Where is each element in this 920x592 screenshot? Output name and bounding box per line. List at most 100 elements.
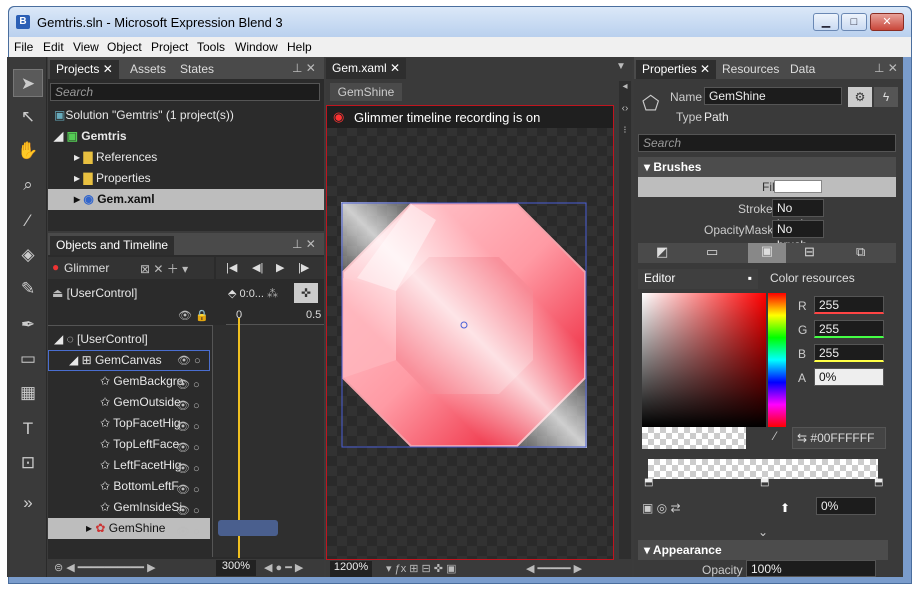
text-tool-icon[interactable]: T xyxy=(13,415,43,443)
child-node[interactable]: ✩ GemOutside xyxy=(100,392,181,413)
a-field[interactable]: 0% xyxy=(814,368,884,386)
menu-help[interactable]: Help xyxy=(287,40,312,54)
fill-row[interactable]: Fill xyxy=(638,177,896,197)
child-node[interactable]: ✩ BottomLeftF xyxy=(100,476,179,497)
storyboard-buttons[interactable]: ⊠ ✕ ＋ ▾ xyxy=(140,260,188,277)
hue-slider[interactable] xyxy=(768,293,786,427)
brushes-header[interactable]: ▾ Brushes xyxy=(638,157,896,177)
child-node[interactable]: ✩ GemInsideSi xyxy=(100,497,182,518)
pin-icon[interactable]: ⊥ ✕ xyxy=(874,61,898,75)
usercontrol-node[interactable]: ◢ ◌ [UserControl] xyxy=(54,329,148,350)
project-node[interactable]: ◢ ▣ Gemtris xyxy=(54,126,127,147)
next-frame-icon[interactable]: |▶ xyxy=(298,261,309,274)
tab-data[interactable]: Data xyxy=(784,60,821,79)
no-brush-icon[interactable]: ◩ xyxy=(656,244,668,260)
gradient-stop-mid[interactable]: ⬒ xyxy=(760,477,769,488)
storyboard-name[interactable]: Glimmer xyxy=(64,261,109,275)
eye-lock-header-icon[interactable]: 👁 🔒 xyxy=(178,309,209,322)
artboard-zoom[interactable]: 1200% xyxy=(330,561,372,577)
tab-resources[interactable]: Resources xyxy=(716,60,785,79)
child-node[interactable]: ✩ TopFacetHig xyxy=(100,413,181,434)
tab-color-resources[interactable]: Color resources xyxy=(764,269,861,288)
pan-tool-icon[interactable]: ✋ xyxy=(13,137,43,165)
solid-brush-icon[interactable]: ▭ xyxy=(706,244,718,260)
references-node[interactable]: ▸ ▇ References xyxy=(74,147,157,168)
r-field[interactable]: 255 xyxy=(814,296,884,314)
keyframe-track[interactable] xyxy=(218,520,278,536)
menu-view[interactable]: View xyxy=(73,40,99,54)
prev-frame-icon[interactable]: ◀| xyxy=(252,261,263,274)
tab-projects[interactable]: Projects ✕ xyxy=(50,60,119,79)
tab-gem-xaml[interactable]: Gem.xaml ✕ xyxy=(326,58,407,79)
menu-object[interactable]: Object xyxy=(107,40,142,54)
fill-swatch[interactable] xyxy=(774,180,822,193)
layer-icon[interactable]: ⊜ ◀ ━━━━━━━━━━ ▶ xyxy=(54,561,156,574)
asset-library-icon[interactable]: » xyxy=(13,489,43,517)
timeline-zoom[interactable]: 300% xyxy=(216,560,256,576)
minimize-button[interactable]: ▁ xyxy=(813,13,839,31)
horizontal-scrollbar[interactable]: ◀ ━━━━━ ▶ xyxy=(526,562,582,575)
direct-select-tool-icon[interactable]: ↖ xyxy=(13,103,43,131)
menu-edit[interactable]: Edit xyxy=(43,40,64,54)
brush-transform-tool-icon[interactable]: ✎ xyxy=(13,275,43,303)
gradient-bar[interactable] xyxy=(648,459,878,479)
gradient-stop-right[interactable]: ⬒ xyxy=(874,477,883,488)
menu-project[interactable]: Project xyxy=(151,40,188,54)
timeline-scroll[interactable]: ◀ ● ━ ▶ xyxy=(264,561,303,574)
menu-tools[interactable]: Tools xyxy=(197,40,225,54)
gradient-brush-icon[interactable]: ▣ xyxy=(748,243,786,263)
time-display[interactable]: ⬘ 0:0... ⁂ xyxy=(228,287,278,300)
control-tool-icon[interactable]: ⊡ xyxy=(13,449,43,477)
eyedropper-icon[interactable]: ⁄ xyxy=(774,429,776,443)
tab-objects-timeline[interactable]: Objects and Timeline xyxy=(50,236,175,255)
g-field[interactable]: 255 xyxy=(814,320,884,338)
menu-window[interactable]: Window xyxy=(235,40,278,54)
gem-xaml-node[interactable]: ▸ ◉ Gem.xaml xyxy=(48,189,324,210)
gradient-stop-left[interactable]: ⬒ xyxy=(644,477,653,488)
opacity-field[interactable]: 100% xyxy=(746,560,876,577)
solution-node[interactable]: ▣ Solution "Gemtris" (1 project(s)) xyxy=(54,105,234,126)
tile-brush-icon[interactable]: ⊟ xyxy=(804,244,815,260)
resource-brush-icon[interactable]: ⧉ xyxy=(856,244,865,260)
breadcrumb[interactable]: GemShine xyxy=(330,83,402,101)
first-frame-icon[interactable]: |◀ xyxy=(226,261,237,274)
properties-node[interactable]: ▸ ▇ Properties xyxy=(74,168,151,189)
pen-tool-icon[interactable]: ✒ xyxy=(13,311,43,339)
opacitymask-value[interactable]: No brush xyxy=(772,220,824,252)
projects-search-input[interactable]: Search xyxy=(50,83,320,101)
child-node[interactable]: ✩ GemBackgro xyxy=(100,371,183,392)
rectangle-tool-icon[interactable]: ▭ xyxy=(13,345,43,373)
menu-file[interactable]: File xyxy=(14,40,33,54)
view-option-icons[interactable]: ▾ ƒx ⊞ ⊟ ✜ ▣ xyxy=(386,562,456,575)
child-node[interactable]: ✩ LeftFacetHig xyxy=(100,455,181,476)
pin-icon[interactable]: ⊥ ✕ xyxy=(292,237,316,251)
scope-row[interactable]: ⏏ [UserControl] xyxy=(52,283,137,304)
expand-more-icon[interactable]: ⌄ xyxy=(758,525,768,539)
child-node[interactable]: ✩ TopLeftFace xyxy=(100,434,179,455)
tab-properties[interactable]: Properties ✕ xyxy=(636,60,717,79)
b-field[interactable]: 255 xyxy=(814,344,884,362)
color-field[interactable] xyxy=(642,293,766,427)
paint-bucket-tool-icon[interactable]: ◈ xyxy=(13,241,43,269)
hex-field[interactable]: ⇆ #00FFFFFF xyxy=(792,427,886,449)
lightning-icon[interactable]: ϟ xyxy=(874,87,898,107)
tab-states[interactable]: States xyxy=(174,60,220,79)
gradient-type-icons[interactable]: ▣ ◎ ⇄ xyxy=(642,501,681,515)
stop-opacity-field[interactable]: 0% xyxy=(816,497,876,515)
close-button[interactable]: ✕ xyxy=(870,13,904,31)
events-toggle-icon[interactable]: ⚙ xyxy=(848,87,872,107)
gemcanvas-node[interactable]: ◢ ⊞ GemCanvas 👁 ○ xyxy=(48,350,210,371)
stroke-value[interactable]: No brush xyxy=(772,199,824,231)
grid-tool-icon[interactable]: ▦ xyxy=(13,379,43,407)
pin-icon[interactable]: ⊥ ✕ xyxy=(292,61,316,75)
gem-graphic[interactable] xyxy=(341,202,587,448)
tab-editor[interactable]: Editor ▪ xyxy=(638,269,758,289)
tab-assets[interactable]: Assets xyxy=(124,60,172,79)
play-icon[interactable]: ▶ xyxy=(276,261,284,274)
artboard[interactable]: ◉ Glimmer timeline recording is on xyxy=(326,105,614,560)
vertical-scrollbar[interactable]: ◂ ‹› ⁝ xyxy=(619,81,631,559)
properties-search-input[interactable]: Search xyxy=(638,134,896,152)
maximize-button[interactable]: □ xyxy=(841,13,867,31)
eyedropper-tool-icon[interactable]: ⁄ xyxy=(13,207,43,235)
eye-icon[interactable]: 👁 ○ xyxy=(177,354,201,367)
